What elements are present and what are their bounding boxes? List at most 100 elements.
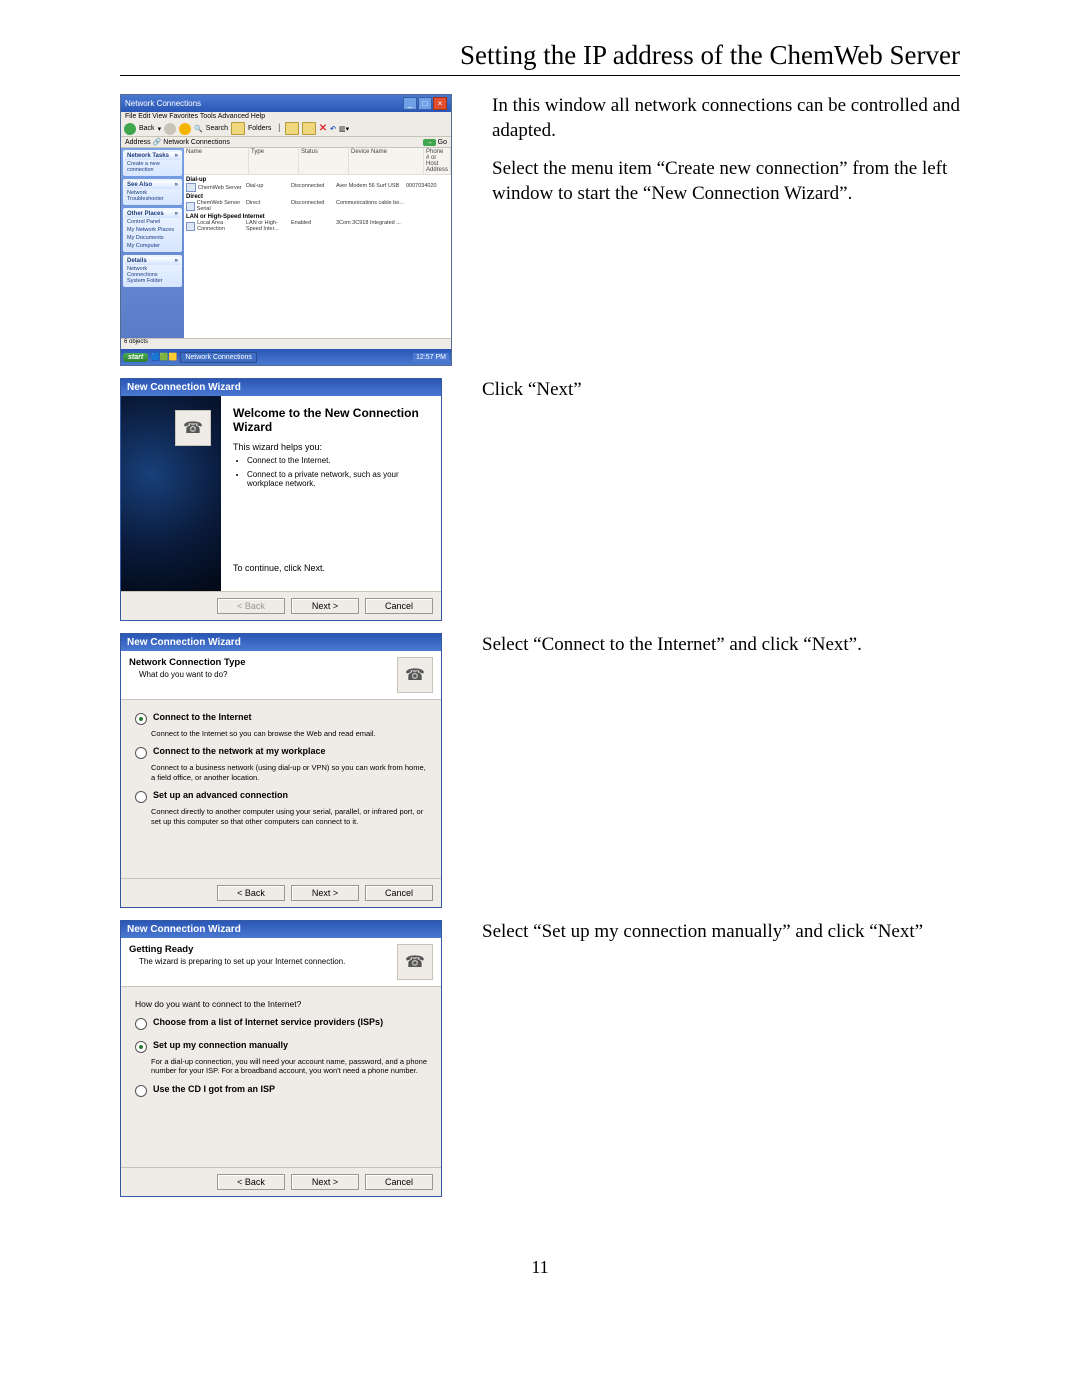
undo-icon[interactable]: ↶ bbox=[330, 125, 336, 133]
sidebar-item-create-connection[interactable]: Create a new connection bbox=[125, 160, 180, 174]
folders-icon[interactable] bbox=[231, 122, 245, 135]
taskbar-app[interactable]: Network Connections bbox=[180, 352, 257, 363]
radio-description: Connect directly to another computer usi… bbox=[151, 807, 427, 826]
radio-icon[interactable] bbox=[135, 713, 147, 725]
address-value[interactable]: Network Connections bbox=[163, 139, 230, 146]
radio-option[interactable]: Set up an advanced connection bbox=[135, 790, 427, 803]
instruction-text: Select “Set up my connection manually” a… bbox=[482, 920, 960, 945]
start-button[interactable]: start bbox=[123, 353, 148, 362]
taskbar[interactable]: start 🟦🟩🟨 Network Connections 12:57 PM bbox=[121, 349, 451, 365]
table-row[interactable]: ChemWeb Server Dial-up Disconnected Aver… bbox=[184, 183, 451, 192]
back-label[interactable]: Back bbox=[139, 125, 155, 132]
wizard-continue-text: To continue, click Next. bbox=[233, 563, 429, 573]
wizard-heading: Welcome to the New Connection Wizard bbox=[233, 406, 429, 434]
group-direct: Direct bbox=[184, 192, 451, 200]
cancel-button[interactable]: Cancel bbox=[365, 598, 433, 614]
radio-option[interactable]: Connect to the Internet bbox=[135, 712, 427, 725]
table-row[interactable]: ChemWeb Server Serial Direct Disconnecte… bbox=[184, 200, 451, 212]
go-label[interactable]: Go bbox=[438, 139, 447, 146]
group-dialup: Dial-up bbox=[184, 175, 451, 183]
next-button[interactable]: Next > bbox=[291, 1174, 359, 1190]
go-button[interactable]: → bbox=[423, 139, 436, 146]
screenshot-wizard-type: New Connection Wizard Network Connection… bbox=[120, 633, 442, 908]
wizard-sidebar-art: ☎ bbox=[121, 396, 221, 591]
cancel-button[interactable]: Cancel bbox=[365, 1174, 433, 1190]
radio-label: Choose from a list of Internet service p… bbox=[153, 1017, 383, 1027]
radio-option[interactable]: Set up my connection manually bbox=[135, 1040, 427, 1053]
wizard-icon: ☎ bbox=[175, 410, 211, 446]
instruction-text: In this window all network connections c… bbox=[492, 94, 960, 143]
tool-icon-1[interactable] bbox=[285, 122, 299, 135]
screenshot-wizard-welcome: New Connection Wizard ☎ Welcome to the N… bbox=[120, 378, 442, 621]
sidebar-item-control-panel[interactable]: Control Panel bbox=[125, 218, 180, 226]
delete-icon[interactable]: ✕ bbox=[319, 123, 327, 134]
up-icon[interactable] bbox=[179, 123, 191, 135]
wizard-subheading: The wizard is preparing to set up your I… bbox=[139, 957, 397, 966]
radio-description: Connect to a business network (using dia… bbox=[151, 763, 427, 782]
sidebar-item-troubleshooter[interactable]: Network Troubleshooter bbox=[125, 189, 180, 203]
next-button[interactable]: Next > bbox=[291, 885, 359, 901]
connection-icon bbox=[186, 183, 196, 192]
maximize-button[interactable]: □ bbox=[418, 97, 432, 110]
next-button[interactable]: Next > bbox=[291, 598, 359, 614]
radio-icon[interactable] bbox=[135, 747, 147, 759]
group-lan: LAN or High-Speed Internet bbox=[184, 212, 451, 220]
radio-icon[interactable] bbox=[135, 1018, 147, 1030]
heading-rule bbox=[120, 75, 960, 76]
wizard-icon: ☎ bbox=[397, 944, 433, 980]
radio-label: Set up an advanced connection bbox=[153, 790, 288, 800]
window-title: Network Connections bbox=[125, 99, 201, 108]
column-headers[interactable]: Name Type Status Device Name Phone # or … bbox=[184, 148, 451, 175]
dialog-title: New Connection Wizard bbox=[121, 921, 441, 938]
instruction-text: Click “Next” bbox=[482, 378, 960, 403]
sidebar-item-documents[interactable]: My Documents bbox=[125, 234, 180, 242]
side-tasks-header: Network Tasks bbox=[127, 153, 169, 159]
wizard-icon: ☎ bbox=[397, 657, 433, 693]
radio-icon[interactable] bbox=[135, 1041, 147, 1053]
back-button: < Back bbox=[217, 598, 285, 614]
radio-label: Connect to the Internet bbox=[153, 712, 252, 722]
sidebar-item-network-places[interactable]: My Network Places bbox=[125, 226, 180, 234]
side-details-header: Details bbox=[127, 258, 147, 264]
radio-option[interactable]: Use the CD I got from an ISP bbox=[135, 1084, 427, 1097]
instruction-text: Select the menu item “Create new connect… bbox=[492, 157, 960, 206]
minimize-button[interactable]: _ bbox=[403, 97, 417, 110]
radio-label: Connect to the network at my workplace bbox=[153, 746, 326, 756]
page-title: Setting the IP address of the ChemWeb Se… bbox=[460, 40, 960, 70]
screenshot-wizard-ready: New Connection Wizard Getting Ready The … bbox=[120, 920, 442, 1197]
cancel-button[interactable]: Cancel bbox=[365, 885, 433, 901]
back-icon[interactable] bbox=[124, 123, 136, 135]
toolbar[interactable]: Back ▾ 🔍Search Folders │ ✕ ↶ ▥▾ bbox=[121, 121, 451, 137]
tool-icon-2[interactable] bbox=[302, 122, 316, 135]
close-button[interactable]: × bbox=[433, 97, 447, 110]
forward-icon[interactable] bbox=[164, 123, 176, 135]
sidebar-item-my-computer[interactable]: My Computer bbox=[125, 242, 180, 250]
wizard-heading: Getting Ready bbox=[129, 944, 193, 955]
wizard-question: How do you want to connect to the Intern… bbox=[135, 999, 427, 1009]
views-icon[interactable]: ▥▾ bbox=[339, 125, 349, 133]
dialog-title: New Connection Wizard bbox=[121, 634, 441, 651]
side-see-also-header: See Also bbox=[127, 182, 152, 188]
table-row[interactable]: Local Area Connection LAN or High-Speed … bbox=[184, 220, 451, 232]
folders-label[interactable]: Folders bbox=[248, 125, 271, 132]
radio-icon[interactable] bbox=[135, 791, 147, 803]
search-label[interactable]: Search bbox=[206, 125, 228, 132]
connection-icon bbox=[186, 222, 195, 231]
page-number: 11 bbox=[120, 1257, 960, 1278]
connection-icon bbox=[186, 202, 195, 211]
radio-icon[interactable] bbox=[135, 1085, 147, 1097]
radio-option[interactable]: Choose from a list of Internet service p… bbox=[135, 1017, 427, 1030]
screenshot-network-connections: Network Connections _ □ × File Edit View… bbox=[120, 94, 452, 366]
radio-description: For a dial-up connection, you will need … bbox=[151, 1057, 427, 1076]
wizard-heading: Network Connection Type bbox=[129, 657, 245, 668]
back-button[interactable]: < Back bbox=[217, 1174, 285, 1190]
menubar[interactable]: File Edit View Favorites Tools Advanced … bbox=[121, 112, 451, 121]
wizard-subheading: What do you want to do? bbox=[139, 670, 397, 679]
back-button[interactable]: < Back bbox=[217, 885, 285, 901]
address-label: Address bbox=[125, 139, 151, 146]
task-pane: Network Tasks» Create a new connection S… bbox=[121, 148, 184, 338]
radio-label: Set up my connection manually bbox=[153, 1040, 288, 1050]
radio-label: Use the CD I got from an ISP bbox=[153, 1084, 275, 1094]
wizard-bullet: Connect to a private network, such as yo… bbox=[247, 470, 429, 488]
radio-option[interactable]: Connect to the network at my workplace bbox=[135, 746, 427, 759]
